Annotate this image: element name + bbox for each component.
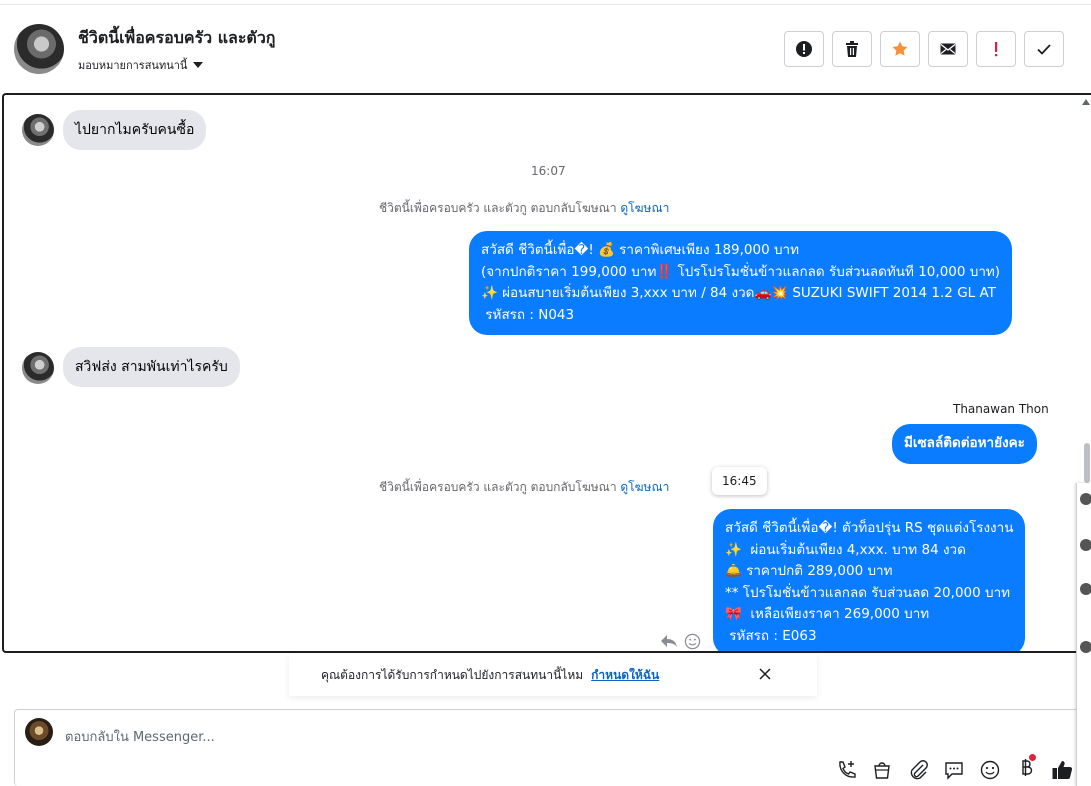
outgoing-message[interactable]: สวัสดี ชีวิตนี้เพื่อ�! 💰 ราคาพิเศษเพียง … — [469, 231, 1013, 335]
message-composer[interactable]: ตอบกลับใน Messenger... — [14, 709, 1079, 786]
trash-icon — [846, 41, 858, 57]
contact-name[interactable]: ชีวิตนี้เพื่อครอบครัว และตัวกู — [78, 26, 275, 51]
mark-unread-button[interactable] — [928, 31, 968, 67]
incoming-message[interactable]: ไปยากไมครับคนซื้อ — [63, 110, 207, 150]
sender-name: Thanawan Thon — [953, 402, 1049, 416]
contact-avatar-small — [22, 352, 54, 384]
view-ad-link[interactable]: ดูโฆษณา — [620, 480, 669, 494]
ad-reply-notice: ชีวิตนี้เพื่อครอบครัว และตัวกู ตอบกลับโฆ… — [379, 478, 669, 497]
star-icon — [892, 41, 908, 56]
incoming-message[interactable]: สวิฟส่ง สามพันเท่าไรครับ — [63, 347, 240, 387]
delete-button[interactable] — [832, 31, 872, 67]
message-thread[interactable]: ไปยากไมครับคนซื้อ 16:07 ชีวิตนี้เพื่อครอ… — [2, 93, 1091, 653]
saved-reply-icon[interactable] — [943, 759, 965, 781]
notification-dot — [1029, 754, 1036, 761]
attach-icon[interactable] — [907, 759, 929, 781]
shopping-bag-icon[interactable] — [871, 759, 893, 781]
avatar — [1080, 641, 1091, 653]
reply-input[interactable]: ตอบกลับใน Messenger... — [65, 726, 215, 747]
follow-up-button[interactable] — [976, 31, 1016, 67]
check-icon — [1037, 44, 1051, 55]
header-actions — [784, 31, 1064, 67]
view-ad-link[interactable]: ดูโฆษณา — [620, 201, 669, 215]
divider — [0, 4, 1091, 5]
message-actions — [660, 633, 701, 650]
assign-conversation-dropdown[interactable]: มอบหมายการสนทนานี้ — [78, 56, 204, 74]
contact-avatar-small — [22, 114, 54, 146]
caret-down-icon — [193, 62, 204, 68]
scroll-thumb[interactable] — [1084, 443, 1090, 483]
assign-prompt: คุณต้องการได้รับการกำหนดไปยังการสนทนานี้… — [289, 654, 817, 696]
call-add-icon[interactable] — [835, 759, 857, 781]
assign-to-me-link[interactable]: กำหนดให้ฉัน — [591, 666, 659, 685]
star-button[interactable] — [880, 31, 920, 67]
inbox-conversation: ชีวิตนี้เพื่อครอบครัว และตัวกู มอบหมายกา… — [0, 0, 1091, 786]
mark-done-button[interactable] — [1024, 31, 1064, 67]
assign-label: มอบหมายการสนทนานี้ — [78, 59, 188, 72]
ad-reply-text: ชีวิตนี้เพื่อครอบครัว และตัวกู ตอบกลับโฆ… — [379, 201, 617, 215]
page-avatar — [25, 718, 53, 746]
payment-button[interactable] — [1015, 754, 1037, 783]
scroll-up-arrow[interactable] — [1082, 99, 1090, 105]
ad-reply-text: ชีวิตนี้เพื่อครอบครัว และตัวกู ตอบกลับโฆ… — [379, 480, 617, 494]
outgoing-message[interactable]: สวัสดี ชีวิตนี้เพื่อ�! ตัวท็อปรุ่น RS ชุ… — [713, 509, 1026, 651]
avatar — [1080, 583, 1091, 595]
alert-icon — [796, 41, 812, 57]
conversation-header: ชีวิตนี้เพื่อครอบครัว และตัวกู มอบหมายกา… — [0, 0, 1091, 94]
exclamation-icon — [995, 42, 998, 57]
outgoing-message[interactable]: มีเซลล์ติดต่อหายังคะ — [892, 424, 1037, 464]
emoji-icon[interactable] — [979, 759, 1001, 781]
timestamp-tooltip: 16:45 — [712, 467, 767, 495]
assign-prompt-text: คุณต้องการได้รับการกำหนดไปยังการสนทนานี้… — [321, 667, 584, 682]
avatar — [1080, 493, 1091, 505]
report-button[interactable] — [784, 31, 824, 67]
ad-reply-notice: ชีวิตนี้เพื่อครอบครัว และตัวกู ตอบกลับโฆ… — [379, 199, 669, 218]
like-icon[interactable] — [1051, 759, 1073, 781]
close-icon[interactable] — [757, 666, 773, 682]
avatar — [1080, 539, 1091, 551]
message-timestamp: 16:07 — [531, 164, 566, 178]
composer-toolbar — [835, 754, 1073, 783]
side-panel-edge — [1076, 483, 1091, 786]
contact-avatar[interactable] — [14, 24, 64, 74]
reply-icon[interactable] — [660, 633, 678, 649]
react-emoji-icon[interactable] — [684, 633, 701, 650]
mail-icon — [940, 43, 956, 55]
